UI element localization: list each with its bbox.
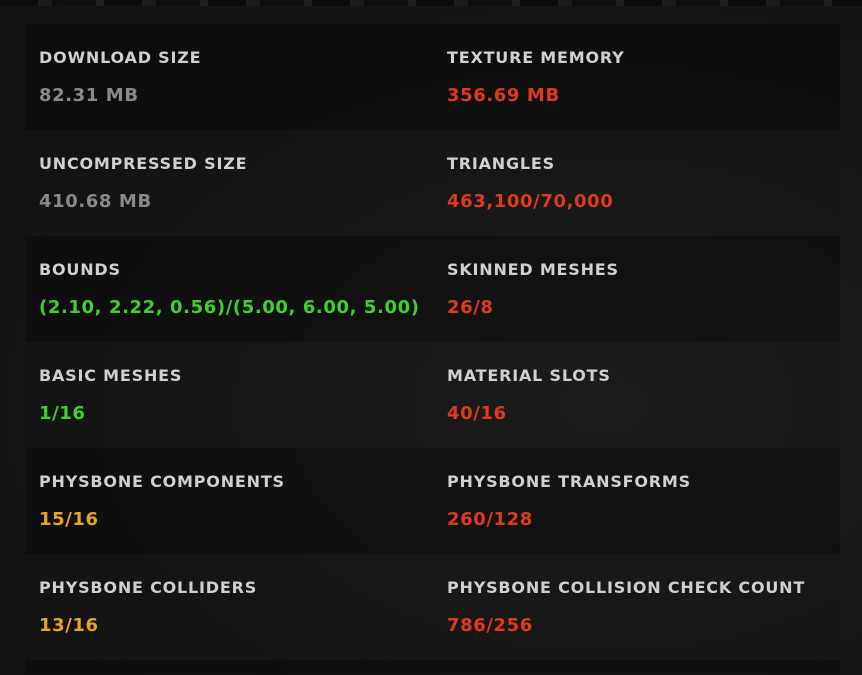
stat-label: TRIANGLES [447, 154, 555, 173]
stat-value: 410.68 MB [39, 191, 152, 212]
stat-label: BOUNDS [39, 260, 121, 279]
stat-row: PHYSBONE COLLIDERS 13/16 PHYSBONE COLLIS… [25, 554, 840, 660]
stat-row-partial [25, 660, 840, 674]
top-header-strip [0, 0, 862, 6]
stat-value: 786/256 [447, 615, 533, 636]
stat-label: SKINNED MESHES [447, 260, 619, 279]
stat-value: 15/16 [39, 509, 99, 530]
stat-row: UNCOMPRESSED SIZE 410.68 MB TRIANGLES 46… [25, 130, 840, 236]
stat-label: TEXTURE MEMORY [447, 48, 625, 67]
stat-basic-meshes: BASIC MESHES 1/16 [39, 342, 433, 448]
stat-value: 40/16 [447, 403, 507, 424]
stat-label: PHYSBONE COLLISION CHECK COUNT [447, 578, 806, 597]
stat-material-slots: MATERIAL SLOTS 40/16 [447, 342, 837, 448]
stat-bounds: BOUNDS (2.10, 2.22, 0.56)/(5.00, 6.00, 5… [39, 236, 433, 342]
stat-value: 260/128 [447, 509, 533, 530]
stat-value: 356.69 MB [447, 85, 560, 106]
stat-row: DOWNLOAD SIZE 82.31 MB TEXTURE MEMORY 35… [25, 24, 840, 130]
stat-physbone-colliders: PHYSBONE COLLIDERS 13/16 [39, 554, 433, 660]
stat-uncompressed-size: UNCOMPRESSED SIZE 410.68 MB [39, 130, 433, 236]
stat-label: MATERIAL SLOTS [447, 366, 611, 385]
stat-value: 82.31 MB [39, 85, 139, 106]
stat-triangles: TRIANGLES 463,100/70,000 [447, 130, 837, 236]
stat-physbone-collision-check-count: PHYSBONE COLLISION CHECK COUNT 786/256 [447, 554, 837, 660]
stat-label: BASIC MESHES [39, 366, 183, 385]
stat-row: PHYSBONE COMPONENTS 15/16 PHYSBONE TRANS… [25, 448, 840, 554]
stat-physbone-components: PHYSBONE COMPONENTS 15/16 [39, 448, 433, 554]
stat-skinned-meshes: SKINNED MESHES 26/8 [447, 236, 837, 342]
stat-label: PHYSBONE COMPONENTS [39, 472, 285, 491]
stat-value: 13/16 [39, 615, 99, 636]
stats-grid: DOWNLOAD SIZE 82.31 MB TEXTURE MEMORY 35… [25, 24, 840, 674]
stat-value: 26/8 [447, 297, 494, 318]
stat-value: (2.10, 2.22, 0.56)/(5.00, 6.00, 5.00) [39, 297, 420, 318]
stat-label: DOWNLOAD SIZE [39, 48, 202, 67]
stat-row: BASIC MESHES 1/16 MATERIAL SLOTS 40/16 [25, 342, 840, 448]
stat-physbone-transforms: PHYSBONE TRANSFORMS 260/128 [447, 448, 837, 554]
performance-stats-panel: DOWNLOAD SIZE 82.31 MB TEXTURE MEMORY 35… [0, 0, 862, 675]
stat-label: PHYSBONE COLLIDERS [39, 578, 258, 597]
stat-value: 1/16 [39, 403, 86, 424]
stat-row: BOUNDS (2.10, 2.22, 0.56)/(5.00, 6.00, 5… [25, 236, 840, 342]
stat-download-size: DOWNLOAD SIZE 82.31 MB [39, 24, 433, 130]
stat-value: 463,100/70,000 [447, 191, 614, 212]
stat-label: PHYSBONE TRANSFORMS [447, 472, 691, 491]
stat-label: UNCOMPRESSED SIZE [39, 154, 248, 173]
stat-texture-memory: TEXTURE MEMORY 356.69 MB [447, 24, 837, 130]
